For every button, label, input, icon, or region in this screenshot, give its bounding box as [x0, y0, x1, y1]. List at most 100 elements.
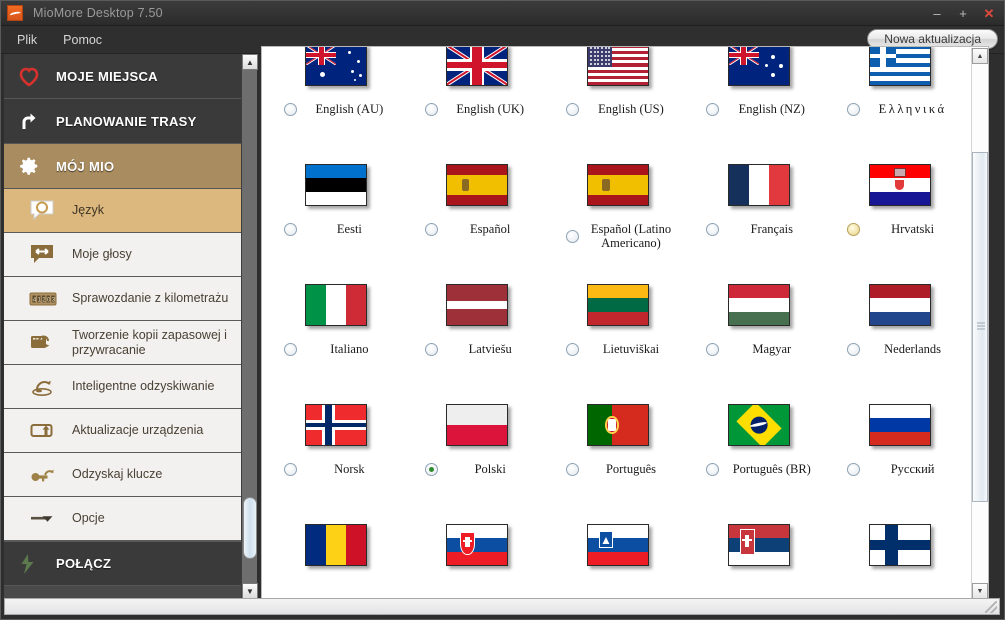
language-option[interactable]: Latviešu — [407, 262, 548, 382]
sidebar-item-mój-mio[interactable]: MÓJ MIO — [4, 144, 241, 189]
language-radio-button[interactable] — [847, 222, 861, 236]
sidebar-item-język[interactable]: Język — [4, 189, 241, 233]
language-label: Español (Latino Americano) — [590, 222, 672, 251]
language-radio-button[interactable] — [424, 342, 438, 356]
language-option[interactable]: Eesti — [266, 142, 407, 262]
sidebar-item-połącz[interactable]: POŁĄCZ — [4, 541, 241, 586]
language-radio-row[interactable]: Nederlands — [829, 342, 970, 356]
language-radio-row[interactable]: English (NZ) — [688, 102, 829, 116]
sidebar-item-tworzenie-kopii-zapasowej-i-przywracanie[interactable]: Tworzenie kopii zapasowej i przywracanie — [4, 321, 241, 365]
language-option[interactable] — [829, 502, 970, 598]
language-option[interactable] — [548, 502, 689, 598]
sidebar-item-label: POŁĄCZ — [56, 556, 112, 571]
language-radio-button[interactable] — [706, 462, 720, 476]
language-radio-button[interactable] — [847, 342, 861, 356]
language-radio-button[interactable] — [424, 102, 438, 116]
language-option[interactable]: Ελληνικά — [829, 47, 970, 142]
language-radio-button[interactable] — [284, 462, 297, 476]
sidebar-item-moje-głosy[interactable]: Moje głosy — [4, 233, 241, 277]
language-option[interactable] — [407, 502, 548, 598]
language-radio-row[interactable]: Magyar — [688, 342, 829, 356]
language-radio-button[interactable] — [706, 102, 720, 116]
language-radio-row[interactable]: Latviešu — [407, 342, 548, 356]
content-scrollbar[interactable]: ▲ ▼ — [971, 48, 988, 598]
language-radio-row[interactable]: English (UK) — [407, 102, 548, 116]
sidebar-item-aktualizacje-urządzenia[interactable]: Aktualizacje urządzenia — [4, 409, 241, 453]
maximize-button[interactable]: + — [950, 4, 976, 24]
sidebar-item-inteligentne-odzyskiwanie[interactable]: Inteligentne odzyskiwanie — [4, 365, 241, 409]
language-option[interactable] — [688, 502, 829, 598]
content-scroll-thumb[interactable] — [972, 152, 988, 502]
sidebar-item-opcje[interactable]: Opcje — [4, 497, 241, 541]
language-label: English (NZ) — [738, 102, 805, 116]
language-radio-button[interactable] — [706, 342, 720, 356]
language-radio-row[interactable]: Eesti — [266, 222, 407, 236]
language-option[interactable]: Português — [548, 382, 689, 502]
language-radio-row[interactable]: Hrvatski — [829, 222, 970, 236]
language-radio-row[interactable]: Norsk — [266, 462, 407, 476]
language-radio-row[interactable]: Ελληνικά — [829, 102, 970, 116]
sidebar-item-sprawozdanie-z-kilometrażu[interactable]: 4 1 2 0 3 Sprawozdanie z kilometrażu — [4, 277, 241, 321]
language-radio-row[interactable]: English (US) — [548, 102, 689, 116]
language-radio-row[interactable]: Português (BR) — [688, 462, 829, 476]
language-radio-button[interactable] — [284, 342, 297, 356]
language-option[interactable]: Lietuviškai — [548, 262, 689, 382]
language-option[interactable]: English (AU) — [266, 47, 407, 142]
language-option[interactable]: English (NZ) — [688, 47, 829, 142]
content-scroll-up-button[interactable]: ▲ — [972, 48, 988, 64]
language-option[interactable]: Polski — [407, 382, 548, 502]
language-radio-button[interactable] — [847, 102, 861, 116]
language-radio-row[interactable]: Português — [548, 462, 689, 476]
language-radio-button[interactable] — [284, 102, 297, 116]
language-radio-button[interactable] — [424, 462, 438, 476]
menu-item-pomoc[interactable]: Pomoc — [53, 30, 112, 50]
language-option[interactable]: Português (BR) — [688, 382, 829, 502]
sidebar-item-moje-miejsca[interactable]: MOJE MIEJSCA — [4, 54, 241, 99]
sidebar-item-odzyskaj-klucze[interactable]: Odzyskaj klucze — [4, 453, 241, 497]
language-option[interactable]: English (US) — [548, 47, 689, 142]
sidebar-item-label: PLANOWANIE TRASY — [56, 113, 197, 129]
sidebar-item-label: Odzyskaj klucze — [72, 467, 163, 482]
language-radio-row[interactable]: Français — [688, 222, 829, 236]
minimize-button[interactable]: – — [924, 4, 950, 24]
language-radio-row[interactable]: Español (Latino Americano) — [548, 222, 689, 251]
flag-gr-icon — [868, 47, 931, 86]
language-option[interactable]: Hrvatski — [829, 142, 970, 262]
sidebar-scroll-thumb[interactable] — [243, 497, 257, 559]
flag-fr-icon — [727, 164, 790, 206]
language-option[interactable]: Español — [407, 142, 548, 262]
language-option[interactable]: Magyar — [688, 262, 829, 382]
language-radio-row[interactable]: Polski — [407, 462, 548, 476]
language-option[interactable]: Italiano — [266, 262, 407, 382]
language-radio-button[interactable] — [565, 462, 579, 476]
sidebar-scroll-down-button[interactable]: ▼ — [242, 583, 258, 599]
language-option[interactable]: Русский — [829, 382, 970, 502]
language-radio-button[interactable] — [284, 222, 297, 236]
language-radio-button[interactable] — [565, 102, 579, 116]
close-button[interactable]: ✕ — [976, 4, 1002, 24]
sidebar-scroll-up-button[interactable]: ▲ — [242, 54, 258, 70]
language-radio-button[interactable] — [565, 342, 579, 356]
language-radio-row[interactable]: English (AU) — [266, 102, 407, 116]
language-radio-button[interactable] — [847, 462, 861, 476]
language-radio-button[interactable] — [706, 222, 720, 236]
resize-grip-icon[interactable] — [985, 601, 997, 613]
language-radio-row[interactable]: Italiano — [266, 342, 407, 356]
sidebar-scrollbar[interactable]: ▲ ▼ — [241, 54, 258, 599]
language-option[interactable] — [266, 502, 407, 598]
menu-item-plik[interactable]: Plik — [7, 30, 47, 50]
language-option[interactable]: Español (Latino Americano) — [548, 142, 689, 262]
language-option[interactable]: Nederlands — [829, 262, 970, 382]
language-option[interactable]: Norsk — [266, 382, 407, 502]
language-radio-row[interactable]: Español — [407, 222, 548, 236]
language-label: English (AU) — [315, 102, 384, 116]
sidebar-item-planowanie-trasy[interactable]: PLANOWANIE TRASY — [4, 99, 241, 144]
content-scroll-down-button[interactable]: ▼ — [972, 583, 988, 598]
language-radio-button[interactable] — [424, 222, 438, 236]
language-radio-row[interactable]: Lietuviškai — [548, 342, 689, 356]
language-radio-row[interactable]: Русский — [829, 462, 970, 476]
language-option[interactable]: Français — [688, 142, 829, 262]
language-option[interactable]: English (UK) — [407, 47, 548, 142]
sidebar-item-label: Aktualizacje urządzenia — [72, 423, 204, 438]
language-radio-button[interactable] — [565, 229, 579, 243]
